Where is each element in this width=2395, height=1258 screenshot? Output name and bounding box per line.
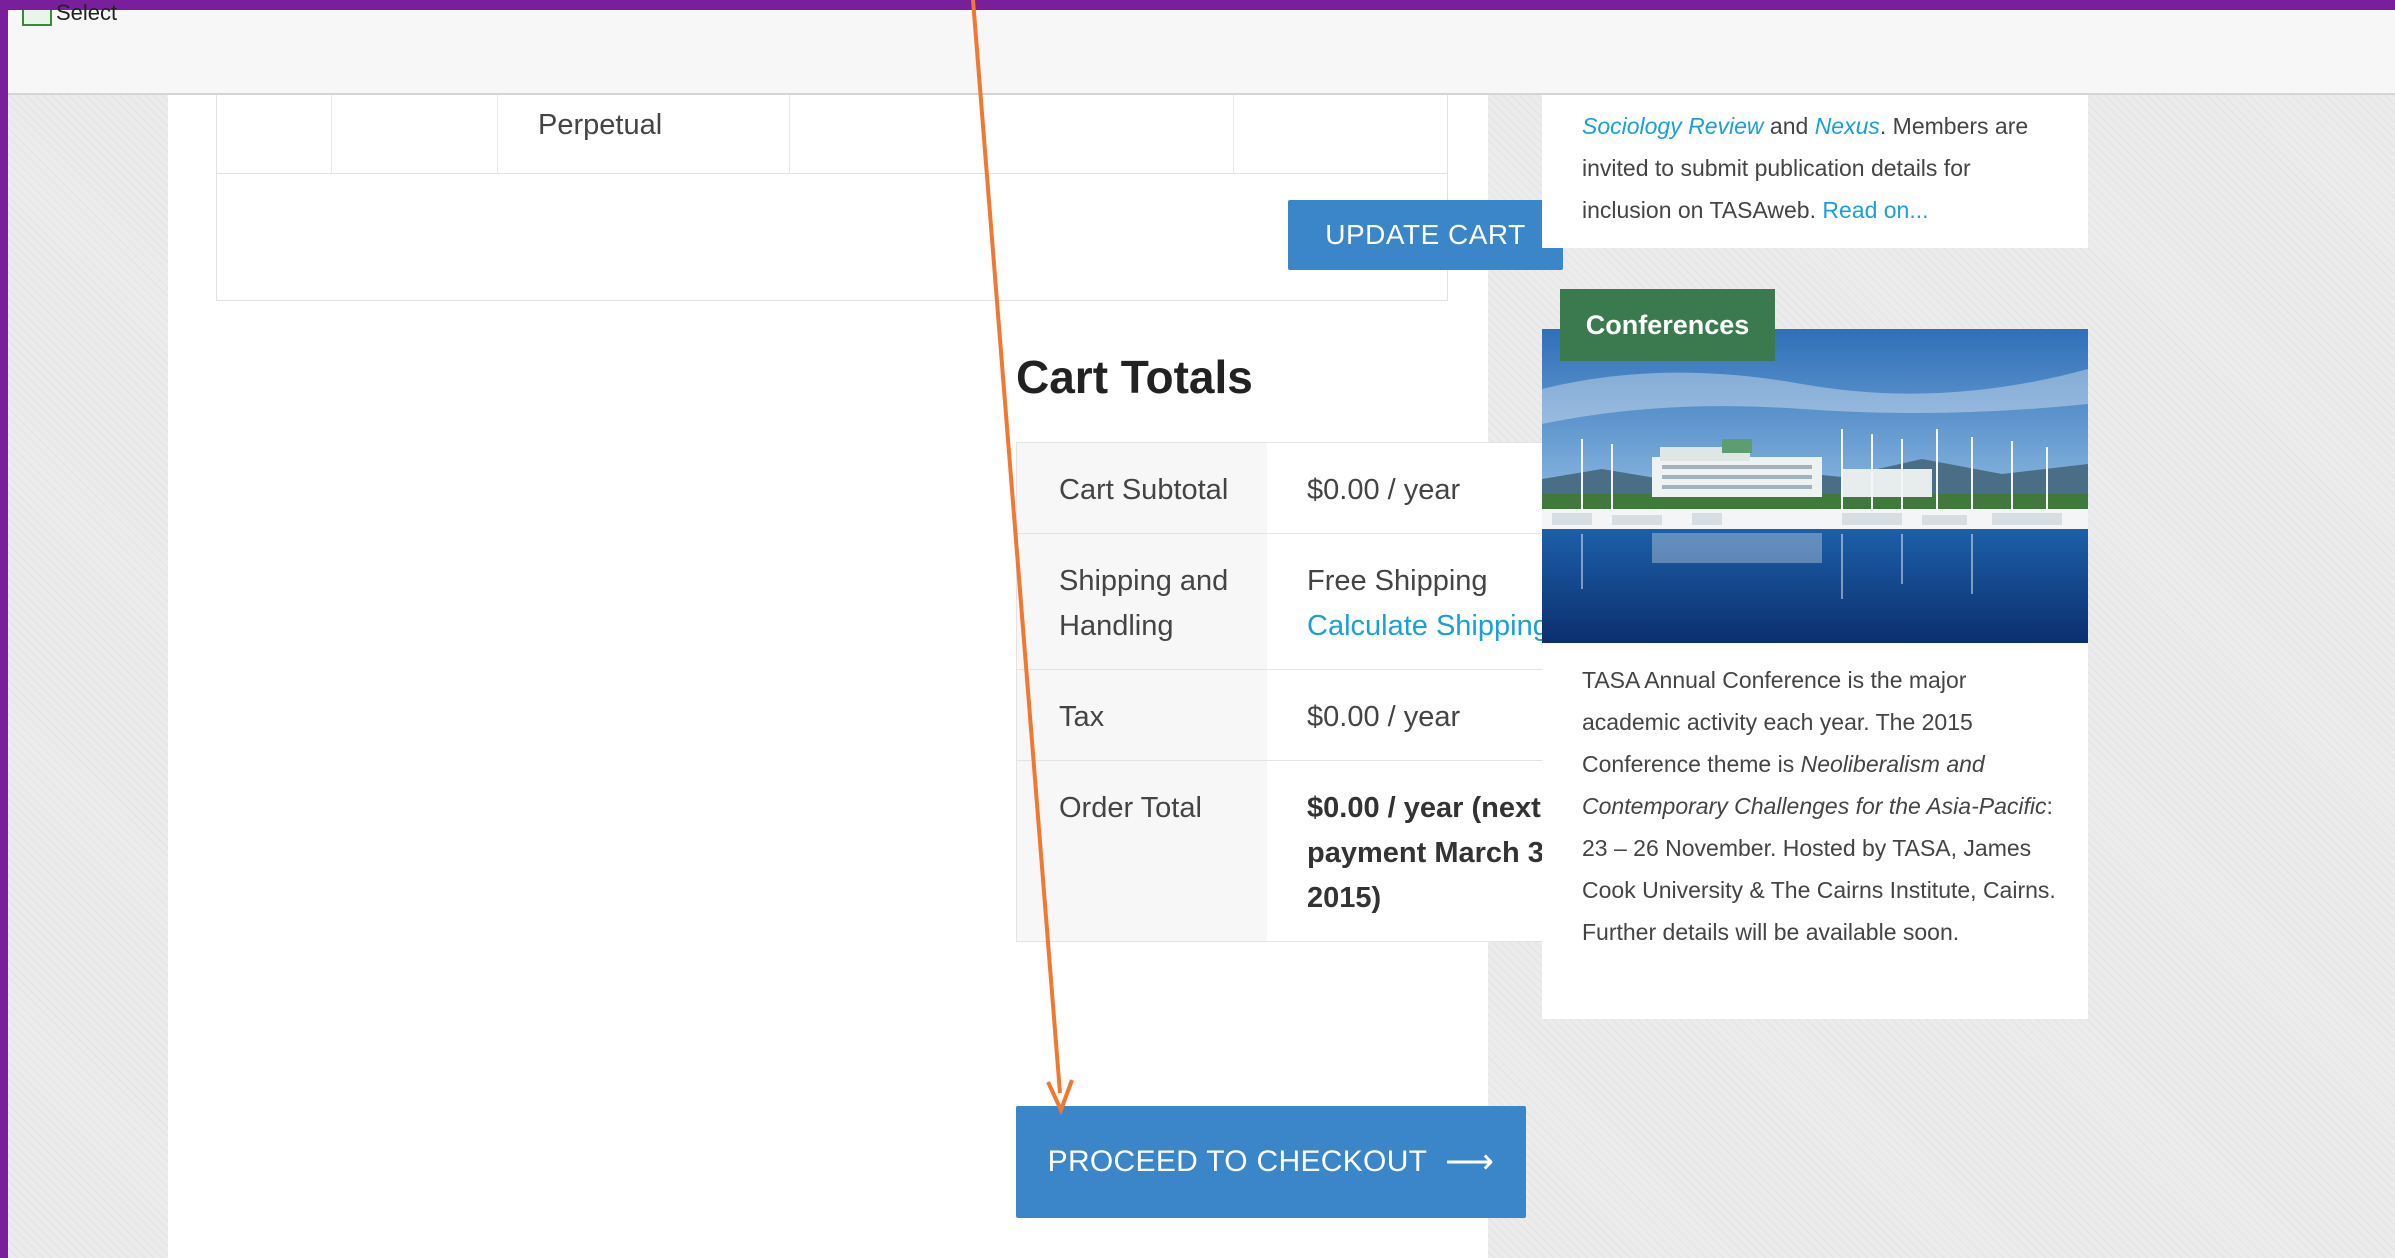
capture-toolbar: Select [8,0,2395,95]
row-label: Shipping and Handling [1016,533,1267,670]
table-row: Order Total $0.00 / year (next payment M… [1016,760,1606,942]
checkout-label: PROCEED TO CHECKOUT [1047,1145,1428,1178]
cell-divider [331,95,332,173]
main-content: Perpetual UPDATE CART Cart Totals Cart S… [168,95,1606,1258]
shipping-value: Free Shipping [1307,565,1488,597]
cell-divider [789,95,790,173]
table-row: Shipping and Handling Free Shipping Calc… [1016,533,1606,670]
row-label: Tax [1016,669,1267,761]
read-on-link[interactable]: Read on... [1822,197,1928,223]
select-label[interactable]: Select [56,0,117,26]
table-row: Tax $0.00 / year [1016,669,1606,761]
conferences-widget: TASA Annual Conference is the major acad… [1542,329,2088,1019]
nexus-link[interactable]: Nexus [1815,113,1880,139]
conferences-badge[interactable]: Conferences [1560,289,1775,361]
update-cart-button[interactable]: UPDATE CART [1288,200,1563,270]
and-text: and [1763,113,1815,139]
window-frame-left [0,0,8,1258]
cell-divider [497,95,498,173]
proceed-to-checkout-button[interactable]: PROCEED TO CHECKOUT ⟶ [1016,1106,1526,1218]
table-row: Cart Subtotal $0.00 / year [1016,442,1606,534]
cell-divider [1233,95,1234,173]
cart-row: Perpetual [217,95,1447,174]
window-frame-top [0,0,2395,10]
arrow-right-icon: ⟶ [1445,1143,1495,1181]
row-label: Cart Subtotal [1016,442,1267,534]
cart-totals-title: Cart Totals [1016,351,1253,403]
cart-totals-table: Cart Subtotal $0.00 / year Shipping and … [1016,442,1606,942]
conference-text: TASA Annual Conference is the major acad… [1582,659,2062,953]
page-background: Perpetual UPDATE CART Cart Totals Cart S… [8,95,2395,1258]
row-label: Order Total [1016,760,1267,942]
marina-photo[interactable] [1542,329,2088,643]
publications-text: Sociology Review and Nexus. Members are … [1582,105,2062,231]
cart-table: Perpetual [216,95,1448,301]
publications-widget: Sociology Review and Nexus. Members are … [1542,95,2088,248]
select-icon[interactable] [22,10,52,26]
sociology-review-link[interactable]: Sociology Review [1582,113,1764,139]
cart-cell-term: Perpetual [538,109,663,141]
order-total-value: $0.00 / year (next payment March 30, 201… [1307,792,1569,914]
calculate-shipping-link[interactable]: Calculate Shipping [1307,610,1549,642]
